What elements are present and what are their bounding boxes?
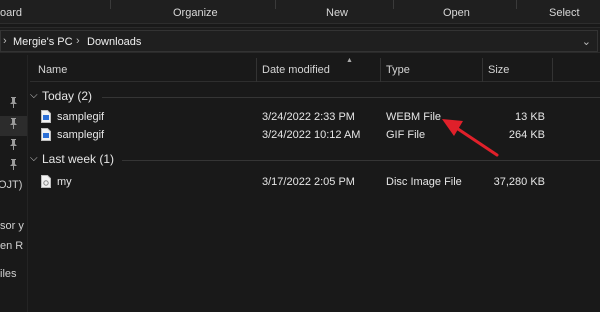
ribbon-group-new[interactable]: New: [326, 7, 348, 19]
ribbon-separator: [393, 0, 394, 9]
column-header-type[interactable]: Type: [386, 64, 410, 76]
column-divider[interactable]: [256, 58, 257, 82]
nav-item-label[interactable]: en R: [0, 240, 23, 252]
file-size: 13 KB: [515, 111, 545, 123]
ribbon-separator: [110, 0, 111, 9]
command-ribbon: oard Organize New Open Select: [0, 0, 600, 24]
file-date: 3/24/2022 2:33 PM: [262, 111, 355, 123]
file-size: 37,280 KB: [493, 176, 545, 188]
file-type: Disc Image File: [386, 176, 462, 188]
file-date: 3/24/2022 10:12 AM: [262, 129, 361, 141]
ribbon-group-clipboard[interactable]: oard: [0, 7, 22, 19]
column-header-date[interactable]: Date modified: [262, 64, 330, 76]
chevron-down-icon[interactable]: ⌵: [30, 153, 38, 164]
file-row[interactable]: samplegif 3/24/2022 10:12 AM GIF File 26…: [36, 127, 600, 144]
ribbon-group-select[interactable]: Select: [549, 7, 580, 19]
chevron-down-icon[interactable]: ⌄: [582, 35, 591, 48]
group-divider: [122, 160, 600, 161]
nav-item-label[interactable]: OJT): [0, 179, 22, 191]
file-type: GIF File: [386, 129, 426, 141]
pin-icon: [9, 159, 18, 170]
file-name: my: [57, 176, 72, 188]
ribbon-group-open[interactable]: Open: [443, 7, 470, 19]
pin-icon: [9, 97, 18, 108]
file-row[interactable]: samplegif 3/24/2022 2:33 PM WEBM File 13…: [36, 109, 600, 126]
file-type: WEBM File: [386, 111, 441, 123]
column-divider[interactable]: [380, 58, 381, 82]
chevron-right-icon: ›: [3, 35, 7, 47]
chevron-down-icon[interactable]: ⌵: [30, 90, 38, 101]
address-field[interactable]: › Mergie's PC › Downloads ⌄: [0, 30, 598, 52]
ribbon-separator: [516, 0, 517, 9]
column-divider[interactable]: [482, 58, 483, 82]
webm-file-icon: [41, 110, 51, 123]
chevron-right-icon[interactable]: ›: [76, 35, 80, 47]
nav-item-label[interactable]: iles: [0, 268, 17, 280]
column-header: Name ▲ Date modified Type Size: [30, 57, 600, 82]
group-header-last-week[interactable]: ⌵ Last week (1): [30, 151, 600, 169]
column-header-size[interactable]: Size: [488, 64, 509, 76]
breadcrumb-pc[interactable]: Mergie's PC: [13, 36, 73, 48]
pin-icon: [9, 139, 18, 150]
ribbon-group-organize[interactable]: Organize: [173, 7, 218, 19]
group-divider: [102, 97, 600, 98]
file-name: samplegif: [57, 129, 105, 141]
group-header-today[interactable]: ⌵ Today (2): [30, 88, 600, 106]
group-label: Last week (1): [42, 152, 115, 166]
file-size: 264 KB: [508, 129, 545, 141]
disc-image-file-icon: [41, 175, 51, 188]
sort-indicator-icon: ▲: [346, 57, 353, 64]
column-header-name[interactable]: Name: [38, 64, 67, 76]
nav-item-label[interactable]: sor y: [0, 220, 24, 232]
gif-file-icon: [41, 128, 51, 141]
group-label: Today (2): [42, 89, 93, 103]
pin-icon: [9, 118, 18, 129]
file-name: samplegif: [57, 111, 105, 123]
column-divider[interactable]: [552, 58, 553, 82]
ribbon-separator: [275, 0, 276, 9]
navigation-pane: OJT) sor y en R iles: [0, 55, 28, 312]
file-date: 3/17/2022 2:05 PM: [262, 176, 355, 188]
file-row[interactable]: my 3/17/2022 2:05 PM Disc Image File 37,…: [36, 174, 600, 191]
address-bar: › Mergie's PC › Downloads ⌄: [0, 27, 600, 53]
breadcrumb-downloads[interactable]: Downloads: [87, 36, 141, 48]
